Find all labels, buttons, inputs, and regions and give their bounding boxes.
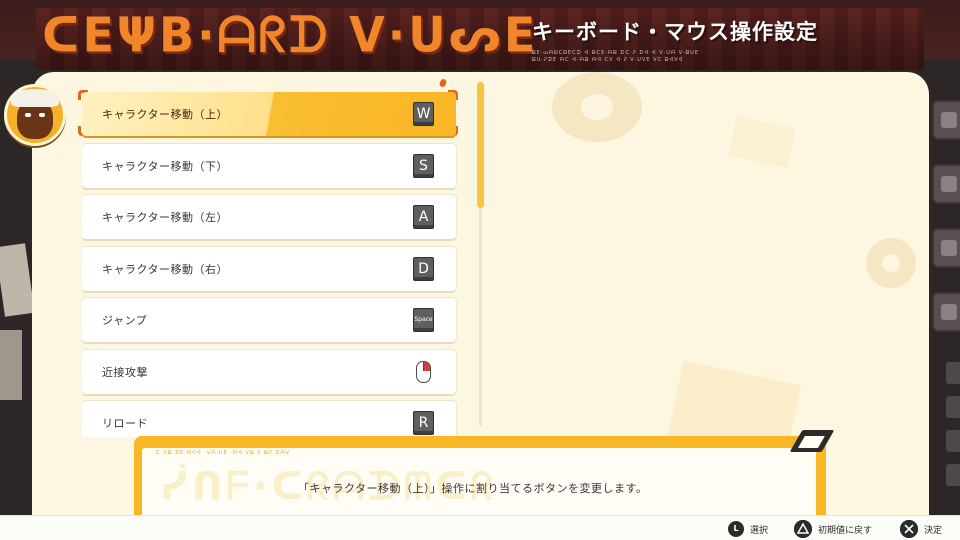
keybinding-row-move-up[interactable]: キャラクター移動（上） W: [82, 92, 456, 136]
key-cap-s: S: [413, 154, 434, 178]
key-cap-w: W: [413, 102, 434, 126]
key-cap-space: Space: [413, 308, 434, 332]
decorative-subtext-line: ᗷE·ᔕᗩᗯᑕᗷEᑕᗪ ᐊ·ᗷᑕE·ᗩᗷ ᗪᑕ·ᕈ ᗪᐊ·ᐊ ᐯ·ᑌᗩ ᐯ·ᗷᑌ…: [532, 50, 700, 56]
triangle-button-icon: [794, 520, 812, 538]
keybinding-row-move-right[interactable]: キャラクター移動（右） D: [82, 247, 456, 291]
hint-confirm[interactable]: 決定: [900, 520, 942, 538]
gear-icon: [941, 112, 957, 128]
avatar-hat: [11, 89, 59, 107]
side-small-tab[interactable]: [946, 362, 960, 384]
decorative-title: ᑕEΨB·ᗩᖇᗪ ᐯ·ᑌᔕE: [42, 6, 539, 64]
action-label: キャラクター移動（上）: [102, 108, 229, 121]
side-small-tab[interactable]: [946, 396, 960, 418]
keybinding-row-jump[interactable]: ジャンプ Space: [82, 298, 456, 342]
keybinding-row-move-left[interactable]: キャラクター移動（左） A: [82, 195, 456, 239]
decorative-subtext: ᗷE·ᔕᗩᗯᑕᗷEᑕᗪ ᐊ·ᗷᑕE·ᗩᗷ ᗪᑕ·ᕈ ᗪᐊ·ᐊ ᐯ·ᑌᗩ ᐯ·ᗷᑌ…: [532, 50, 712, 64]
key-cap-r: R: [413, 411, 434, 435]
action-label: キャラクター移動（右）: [102, 263, 229, 276]
avatar-eye: [39, 113, 45, 117]
tab-audio[interactable]: [932, 228, 960, 268]
image-icon: [941, 304, 957, 320]
action-label: キャラクター移動（左）: [102, 211, 229, 224]
tab-display[interactable]: [932, 292, 960, 332]
side-small-tab[interactable]: [946, 430, 960, 452]
hint-label: 決定: [924, 525, 943, 536]
hint-label: 初期値に戻す: [818, 525, 873, 536]
action-label: ジャンプ: [102, 314, 148, 327]
action-label: 近接攻撃: [102, 366, 148, 379]
list-scrollbar-thumb[interactable]: [477, 82, 484, 208]
description-box: ᑕ·ᐯᗷ·ᗪE ᗩᐊᐊ ·ᐯᗩ·ᑌE ·ᗩᐊ·ᐯᗷ ᐯ·ᗷᕈ ᗪᗩᐯ ᓰᑎᖴ·ᑕ…: [134, 430, 835, 528]
hint-select[interactable]: L 選択: [728, 520, 768, 538]
gamepad-icon: [941, 176, 957, 192]
decorative-text: ᑕ·ᐯᗷ·ᗪE ᗩᐊᐊ ·ᐯᗩ·ᑌE ·ᗩᐊ·ᐯᗷ ᐯ·ᗷᕈ ᗪᗩᐯ: [156, 450, 291, 456]
avatar-eye: [25, 113, 31, 117]
side-category-tabs: [932, 100, 960, 520]
decorative-gear: [552, 72, 642, 142]
action-label: キャラクター移動（下）: [102, 160, 229, 173]
decorative-paper-scrap: [0, 330, 22, 400]
keybinding-row-reload[interactable]: リロード R: [82, 401, 456, 437]
action-label: リロード: [102, 417, 148, 430]
character-avatar: [4, 84, 66, 146]
button-hint-bar: L 選択 初期値に戻す 決定: [0, 515, 960, 540]
decorative-shape: [728, 116, 796, 168]
l-button-icon: L: [728, 521, 744, 537]
music-note-icon: [941, 240, 957, 256]
page-title: キーボード・マウス操作設定: [532, 20, 818, 44]
tab-controller[interactable]: [932, 164, 960, 204]
hint-label: 選択: [750, 525, 769, 536]
side-small-tab[interactable]: [946, 464, 960, 486]
key-cap-d: D: [413, 257, 434, 281]
cross-button-icon: [900, 520, 918, 538]
keybinding-list: キャラクター移動（上） W キャラクター移動（下） S キャラクター移動（左） …: [82, 92, 458, 437]
hint-reset-default[interactable]: 初期値に戻す: [794, 520, 872, 538]
mouse-left-click-icon: [416, 361, 431, 383]
key-cap-a: A: [413, 205, 434, 229]
tab-settings-gear[interactable]: [932, 100, 960, 140]
description-text: 「キャラクター移動（上）」操作に割り当てるボタンを変更します。: [298, 482, 648, 495]
decorative-gear: [866, 238, 916, 288]
keybinding-row-move-down[interactable]: キャラクター移動（下） S: [82, 144, 456, 188]
keybinding-row-melee[interactable]: 近接攻撃: [82, 350, 456, 394]
decorative-subtext-line: ᗷᑌ·ᕈᗪE ᗩᑕ ᐊ·ᗩᗷ ᗩᐊ·ᑕᐯ ᐊ·ᕈ ᐯ·ᑌᐯE ᐯᑕ ᗷᐊᐯᐊ: [532, 57, 684, 63]
